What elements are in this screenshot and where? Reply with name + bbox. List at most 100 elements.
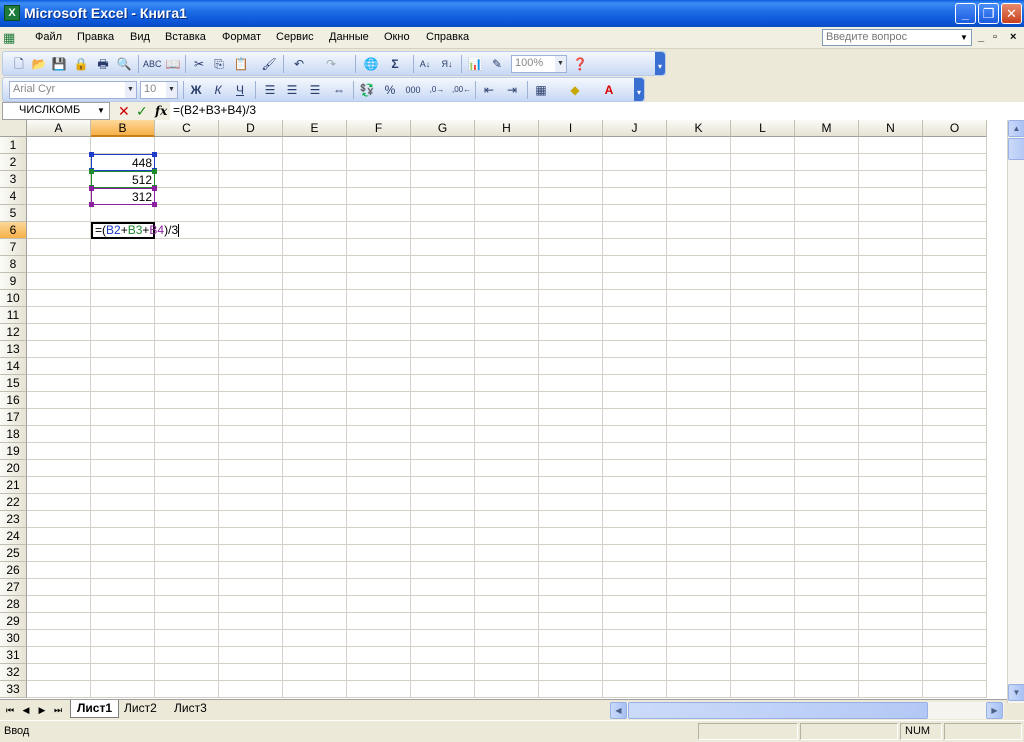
column-header-b[interactable]: B: [91, 120, 155, 137]
row-header-21[interactable]: 21: [0, 477, 27, 494]
range-handle[interactable]: [152, 186, 157, 191]
column-header-d[interactable]: D: [219, 120, 283, 137]
align-left-icon[interactable]: ☰: [262, 82, 278, 98]
increase-indent-icon[interactable]: ⇥: [504, 82, 520, 98]
select-all-corner[interactable]: [0, 120, 27, 137]
formula-input[interactable]: =(B2+B3+B4)/3: [170, 102, 1024, 120]
excel-icon[interactable]: X: [4, 5, 20, 21]
row-header-8[interactable]: 8: [0, 256, 27, 273]
percent-icon[interactable]: %: [382, 82, 398, 98]
row-header-29[interactable]: 29: [0, 613, 27, 630]
align-center-icon[interactable]: ☰: [284, 82, 300, 98]
column-header-l[interactable]: L: [731, 120, 795, 137]
borders-icon[interactable]: ▦: [533, 82, 549, 98]
research-icon[interactable]: 📖: [165, 56, 181, 72]
sort-asc-icon[interactable]: A↓: [417, 56, 433, 72]
column-header-j[interactable]: J: [603, 120, 667, 137]
close-button[interactable]: ✕: [1001, 3, 1022, 24]
chart-wizard-icon[interactable]: 📊: [467, 56, 483, 72]
row-header-3[interactable]: 3: [0, 171, 27, 188]
worksheet-grid[interactable]: A B C D E F G H I J K L M N O 1 2 3 4 5 6 7 8 9 10 11 12 13 14 15 16 17…: [0, 120, 1007, 699]
save-icon[interactable]: 💾: [51, 56, 67, 72]
column-header-m[interactable]: M: [795, 120, 859, 137]
range-handle[interactable]: [89, 169, 94, 174]
active-cell-b6[interactable]: =(B2+B3+B4)/3: [91, 222, 180, 239]
row-header-13[interactable]: 13: [0, 341, 27, 358]
toolbar-options-icon[interactable]: ▾: [634, 78, 644, 101]
row-header-18[interactable]: 18: [0, 426, 27, 443]
merge-center-icon[interactable]: ⇔: [331, 82, 347, 98]
doc-restore-button[interactable]: ▫: [993, 31, 997, 43]
next-sheet-icon[interactable]: ▶: [36, 703, 48, 717]
enter-icon[interactable]: ✓: [136, 103, 148, 119]
sheet-tab-1[interactable]: Лист1: [70, 700, 120, 718]
font-size-combo[interactable]: 10 ▼: [140, 81, 178, 99]
chevron-down-icon[interactable]: ▼: [166, 82, 177, 98]
name-box[interactable]: ЧИСЛКОМБ: [2, 102, 110, 120]
row-header-31[interactable]: 31: [0, 647, 27, 664]
vertical-scroll-thumb[interactable]: [1008, 138, 1024, 160]
column-header-a[interactable]: A: [27, 120, 91, 137]
help-icon[interactable]: ❓: [572, 56, 588, 72]
row-header-15[interactable]: 15: [0, 375, 27, 392]
sheet-tab-2[interactable]: Лист2: [118, 700, 163, 718]
format-painter-icon[interactable]: 🖌: [261, 56, 277, 72]
row-header-26[interactable]: 26: [0, 562, 27, 579]
cut-icon[interactable]: ✂: [191, 56, 207, 72]
paste-icon[interactable]: 📋: [233, 56, 249, 72]
menu-help[interactable]: Справка: [426, 31, 469, 43]
row-header-5[interactable]: 5: [0, 205, 27, 222]
scroll-up-icon[interactable]: ▲: [1008, 120, 1024, 137]
autosum-icon[interactable]: Σ: [387, 56, 403, 72]
range-handle[interactable]: [152, 152, 157, 157]
chevron-down-icon[interactable]: ▼: [125, 82, 136, 98]
insert-function-button[interactable]: fx: [155, 103, 167, 119]
sheet-tab-3[interactable]: Лист3: [168, 700, 213, 718]
column-header-e[interactable]: E: [283, 120, 347, 137]
menu-edit[interactable]: Правка: [77, 31, 114, 43]
comma-icon[interactable]: 000: [405, 82, 421, 98]
menu-insert[interactable]: Вставка: [165, 31, 206, 43]
menu-window[interactable]: Окно: [384, 31, 410, 43]
column-header-k[interactable]: K: [667, 120, 731, 137]
decrease-decimal-icon[interactable]: ,00←: [452, 82, 471, 98]
sort-desc-icon[interactable]: Я↓: [439, 56, 455, 72]
chevron-down-icon[interactable]: ▼: [555, 56, 566, 72]
font-combo[interactable]: Arial Cyr ▼: [9, 81, 137, 99]
row-header-20[interactable]: 20: [0, 460, 27, 477]
horizontal-scroll-thumb[interactable]: [628, 702, 928, 719]
row-header-9[interactable]: 9: [0, 273, 27, 290]
row-header-14[interactable]: 14: [0, 358, 27, 375]
permission-icon[interactable]: 🔒: [73, 56, 89, 72]
vertical-scrollbar[interactable]: ▲ ▼: [1007, 120, 1024, 703]
row-header-1[interactable]: 1: [0, 137, 27, 154]
doc-close-button[interactable]: ×: [1010, 31, 1016, 43]
fill-color-icon[interactable]: ◆: [567, 82, 583, 98]
range-handle[interactable]: [152, 169, 157, 174]
ask-question-input[interactable]: Введите вопрос: [822, 29, 972, 46]
last-sheet-icon[interactable]: ⏭: [52, 703, 64, 717]
increase-decimal-icon[interactable]: ,0→: [429, 82, 445, 98]
workbook-icon[interactable]: ▦: [3, 30, 27, 46]
drawing-icon[interactable]: ✎: [489, 56, 505, 72]
column-header-i[interactable]: I: [539, 120, 603, 137]
row-header-11[interactable]: 11: [0, 307, 27, 324]
range-handle[interactable]: [152, 202, 157, 207]
column-header-h[interactable]: H: [475, 120, 539, 137]
row-header-2[interactable]: 2: [0, 154, 27, 171]
decrease-indent-icon[interactable]: ⇤: [481, 82, 497, 98]
scroll-left-icon[interactable]: ◀: [610, 702, 627, 719]
scroll-down-icon[interactable]: ▼: [1008, 684, 1024, 701]
menu-view[interactable]: Вид: [130, 31, 150, 43]
row-header-22[interactable]: 22: [0, 494, 27, 511]
row-header-19[interactable]: 19: [0, 443, 27, 460]
print-icon[interactable]: 🖶: [95, 56, 111, 72]
row-header-23[interactable]: 23: [0, 511, 27, 528]
row-header-16[interactable]: 16: [0, 392, 27, 409]
scroll-right-icon[interactable]: ▶: [986, 702, 1003, 719]
row-header-17[interactable]: 17: [0, 409, 27, 426]
bold-button[interactable]: Ж: [188, 82, 204, 98]
cell-b3[interactable]: 512: [91, 171, 155, 188]
row-header-12[interactable]: 12: [0, 324, 27, 341]
row-header-27[interactable]: 27: [0, 579, 27, 596]
